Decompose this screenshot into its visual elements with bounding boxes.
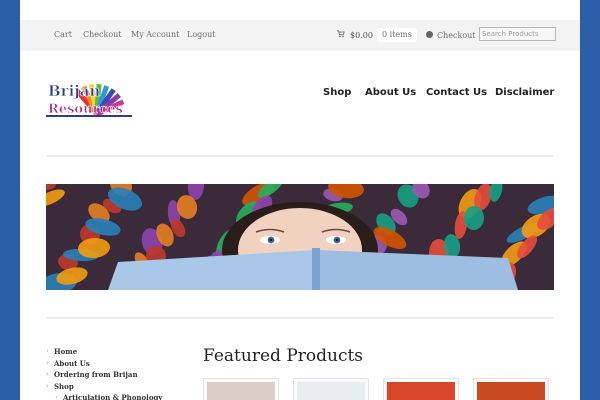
cart-icon[interactable]	[337, 30, 345, 38]
product-card[interactable]	[203, 378, 279, 400]
product-card[interactable]	[383, 378, 459, 400]
product-card[interactable]	[473, 378, 549, 400]
nav-disclaimer[interactable]: Disclaimer	[495, 87, 554, 98]
nav-contact-us[interactable]: Contact Us	[426, 87, 487, 98]
featured-products-heading: Featured Products	[203, 346, 364, 366]
nav-shop[interactable]: Shop	[323, 87, 351, 98]
sidebar-item[interactable]: Ordering from Brijan	[46, 369, 196, 381]
checkout-button[interactable]: Checkout	[437, 31, 476, 40]
product-image[interactable]	[207, 382, 275, 400]
checkout-link[interactable]: Checkout	[83, 30, 122, 39]
cart-items-badge[interactable]: 0 items	[377, 28, 417, 42]
sidebar-item[interactable]: Shop	[46, 381, 196, 393]
cart-link[interactable]: Cart	[54, 30, 72, 39]
product-image[interactable]	[297, 382, 365, 400]
product-image[interactable]	[387, 382, 455, 400]
search-input[interactable]	[479, 27, 556, 41]
product-card[interactable]	[293, 378, 369, 400]
sidebar-menu: HomeAbout UsOrdering from BrijanShopArti…	[46, 346, 196, 400]
hero-banner-image	[46, 184, 554, 290]
cart-total[interactable]: $0.00	[350, 31, 373, 40]
top-bar: Cart Checkout My Account Logout $0.00 0 …	[20, 20, 580, 51]
checkout-arrow-icon[interactable]	[426, 31, 433, 38]
svg-text:Brijan: Brijan	[48, 82, 100, 100]
svg-text:Resources: Resources	[48, 102, 123, 117]
product-image[interactable]	[477, 382, 545, 400]
header-divider	[46, 155, 554, 157]
sidebar-item[interactable]: Home	[46, 346, 196, 358]
sidebar-item[interactable]: Articulation & Phonology	[46, 392, 196, 400]
my-account-link[interactable]: My Account	[131, 30, 179, 39]
page: Cart Checkout My Account Logout $0.00 0 …	[20, 0, 580, 400]
banner-divider	[46, 317, 554, 319]
sidebar-item[interactable]: About Us	[46, 358, 196, 370]
nav-about-us[interactable]: About Us	[365, 87, 416, 98]
brijan-resources-logo[interactable]: Brijan Resources	[46, 78, 132, 120]
logout-link[interactable]: Logout	[187, 30, 215, 39]
